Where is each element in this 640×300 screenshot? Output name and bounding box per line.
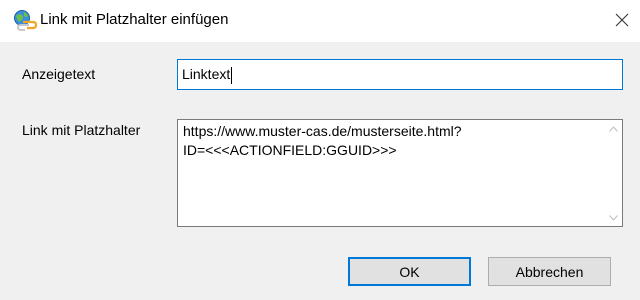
scroll-up-button[interactable] (605, 120, 622, 137)
dialog-body: Anzeigetext Linktext Link mit Platzhalte… (0, 42, 640, 300)
close-icon (615, 13, 629, 27)
insert-link-dialog: Link mit Platzhalter einfügen Anzeigetex… (0, 0, 640, 300)
link-textarea[interactable]: https://www.muster-cas.de/musterseite.ht… (177, 119, 623, 227)
chevron-up-icon (609, 125, 618, 132)
close-button[interactable] (608, 6, 636, 34)
window-title: Link mit Platzhalter einfügen (40, 11, 229, 28)
scroll-down-button[interactable] (605, 209, 622, 226)
display-text-input[interactable]: Linktext (177, 59, 623, 90)
display-text-value: Linktext (182, 66, 231, 82)
title-bar: Link mit Platzhalter einfügen (0, 0, 640, 42)
text-caret (231, 66, 233, 84)
display-text-label: Anzeigetext (22, 66, 96, 82)
link-label: Link mit Platzhalter (22, 122, 141, 138)
vertical-scrollbar[interactable] (605, 120, 622, 226)
cancel-button[interactable]: Abbrechen (488, 257, 611, 286)
ok-button[interactable]: OK (348, 257, 471, 286)
link-globe-icon (13, 9, 38, 31)
chevron-down-icon (609, 214, 618, 221)
link-value: https://www.muster-cas.de/musterseite.ht… (183, 123, 462, 158)
